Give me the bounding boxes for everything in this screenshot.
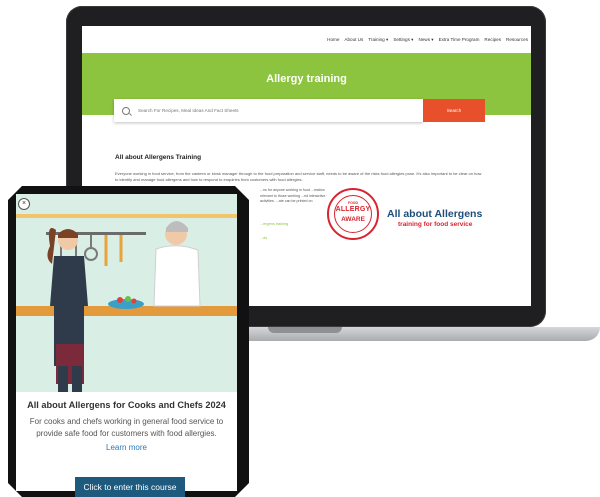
brand-subtitle: training for food service: [398, 221, 473, 228]
logo-allergy-text: ALLERGY: [335, 206, 371, 213]
search-bar: [114, 99, 423, 122]
learn-more-link[interactable]: Learn more: [16, 443, 237, 452]
nav-about-us[interactable]: About Us: [344, 37, 363, 42]
search-icon: [122, 106, 130, 115]
nav-resources[interactable]: Resources: [506, 37, 528, 42]
nav-training[interactable]: Training ▾: [368, 37, 388, 43]
kitchen-scene-image: [16, 194, 237, 392]
food-allergy-aware-logo: FOOD ALLERGY AWARE: [327, 188, 379, 240]
partial-paragraph: ...ns for anyone working in food ...mati…: [260, 188, 326, 204]
nav-settings[interactable]: Settings ▾: [393, 37, 413, 43]
nav-extra-time-program[interactable]: Extra Time Program: [439, 37, 480, 42]
nav-home[interactable]: Home: [327, 37, 339, 42]
section-title: All about Allergens Training: [115, 154, 202, 161]
brand-title: All about Allergens: [387, 208, 483, 220]
nav-recipes[interactable]: Recipes: [484, 37, 501, 42]
logo-aware-text: AWARE: [341, 216, 365, 223]
secondary-link[interactable]: ...ds: [260, 236, 267, 240]
course-title: All about Allergens for Cooks and Chefs …: [27, 400, 226, 410]
nav-news[interactable]: News ▾: [419, 37, 434, 43]
close-icon[interactable]: ×: [18, 198, 30, 210]
page-title: Allergy training: [266, 73, 347, 85]
search-button[interactable]: Search: [423, 99, 485, 122]
search-input[interactable]: [136, 107, 400, 114]
course-description: For cooks and chefs working in general f…: [29, 417, 224, 438]
laptop-notch: [268, 327, 342, 333]
enter-course-button[interactable]: Click to enter this course: [75, 477, 185, 497]
training-link[interactable]: ...ergens training: [260, 222, 288, 226]
logo-food-text: FOOD: [347, 201, 359, 205]
intro-paragraph: Everyone working in food service, from t…: [115, 171, 482, 182]
cook-chef-illustration: [16, 194, 237, 392]
site-nav: Home About Us Training ▾ Settings ▾ News…: [82, 26, 531, 53]
